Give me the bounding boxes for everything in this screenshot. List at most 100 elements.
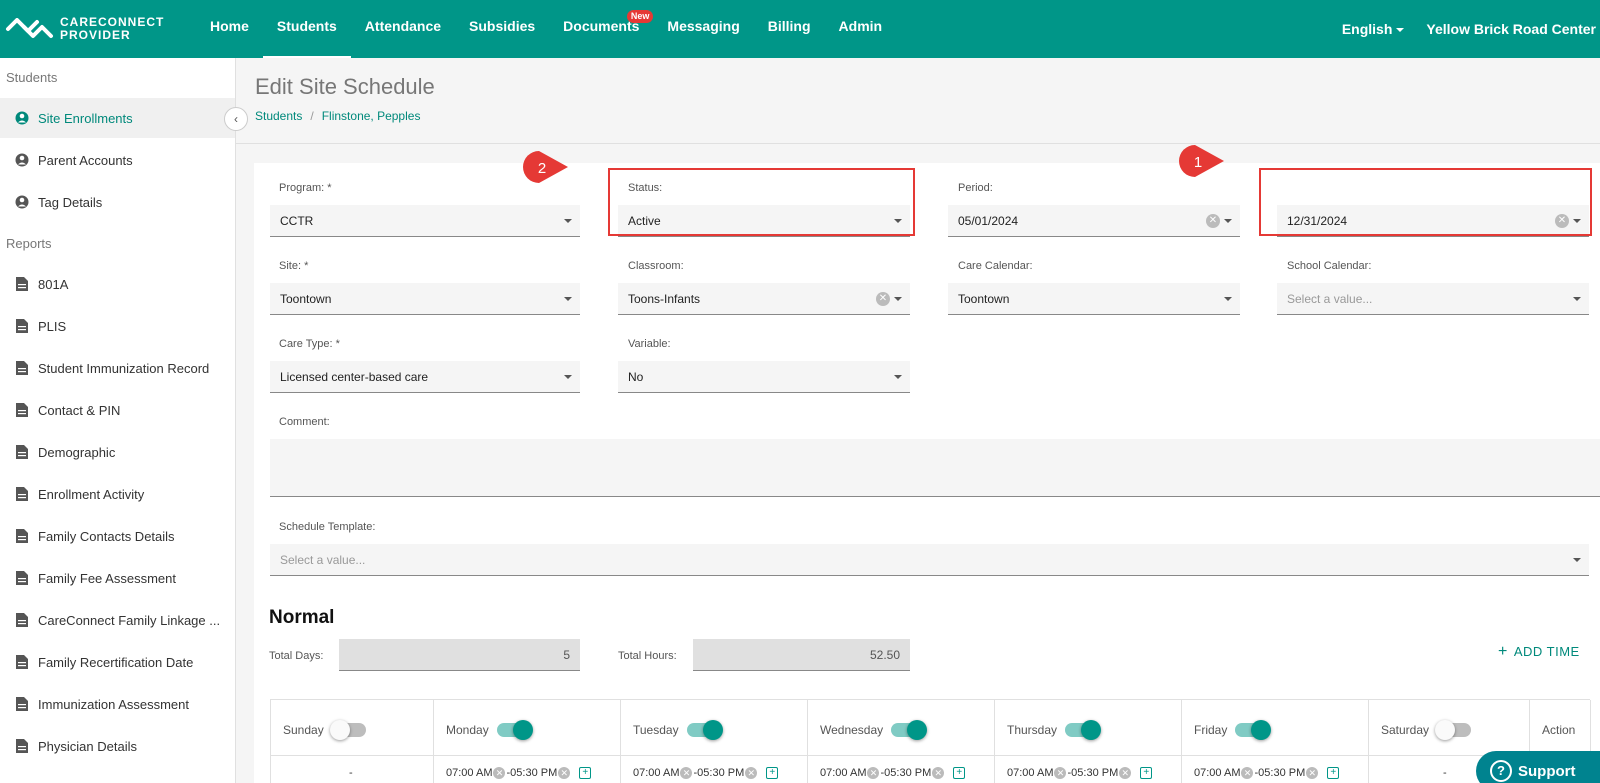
clear-icon[interactable]: ✕ xyxy=(1054,767,1067,780)
clear-icon[interactable]: ✕ xyxy=(1119,767,1132,780)
sidebar-report-plis[interactable]: PLIS xyxy=(0,306,235,346)
sidebar-item-site-enrollments[interactable]: Site Enrollments xyxy=(0,98,235,138)
comment-textarea[interactable] xyxy=(270,439,1600,497)
document-icon xyxy=(14,738,30,754)
sidebar-item-tag-details[interactable]: Tag Details xyxy=(0,182,235,222)
sidebar-item-label: 801A xyxy=(38,276,69,292)
dropdown-arrow-icon xyxy=(894,375,902,379)
nav-students[interactable]: Students xyxy=(262,0,351,58)
sidebar-report-student-immunization[interactable]: Student Immunization Record xyxy=(0,348,235,388)
logo[interactable]: CARECONNECT PROVIDER xyxy=(4,14,164,44)
sunday-toggle[interactable] xyxy=(329,720,366,740)
sidebar-collapse-button[interactable]: ‹ xyxy=(224,107,248,131)
add-time-icon[interactable]: + xyxy=(1140,767,1153,780)
schedule-template-select[interactable]: Select a value... xyxy=(270,544,1589,576)
new-badge: New xyxy=(626,10,654,23)
day-column-sunday: Sunday - xyxy=(271,700,434,783)
friday-toggle[interactable] xyxy=(1235,720,1272,740)
sidebar-report-enrollment-activity[interactable]: Enrollment Activity xyxy=(0,474,235,514)
program-select[interactable]: CCTR xyxy=(270,205,580,237)
sidebar-item-label: Immunization Assessment xyxy=(38,696,190,712)
support-button[interactable]: ? Support xyxy=(1476,751,1600,783)
clear-icon[interactable]: ✕ xyxy=(493,767,506,780)
end-time: 05:30 PM xyxy=(510,767,558,779)
breadcrumb-separator: / xyxy=(310,109,314,123)
sidebar-report-801a[interactable]: 801A xyxy=(0,264,235,304)
total-days-value: 5 xyxy=(339,639,580,671)
clear-icon[interactable]: ✕ xyxy=(932,767,945,780)
site-label: Site: * xyxy=(279,260,309,272)
breadcrumb-students[interactable]: Students xyxy=(255,109,302,123)
tuesday-time-range[interactable]: 07:00 AM ✕ -05:30 PM ✕ + xyxy=(621,755,807,783)
sidebar-report-immunization-assessment[interactable]: Immunization Assessment xyxy=(0,684,235,724)
variable-select[interactable]: No xyxy=(618,361,910,393)
clear-icon[interactable]: ✕ xyxy=(1241,767,1254,780)
nav-subsidies[interactable]: Subsidies xyxy=(455,0,549,58)
sidebar-report-family-fee[interactable]: Family Fee Assessment xyxy=(0,558,235,598)
sidebar-report-demographic[interactable]: Demographic xyxy=(0,432,235,472)
care-type-label: Care Type: * xyxy=(279,338,340,350)
sidebar-report-family-contacts[interactable]: Family Contacts Details xyxy=(0,516,235,556)
dropdown-arrow-icon xyxy=(564,219,572,223)
site-value: Toontown xyxy=(280,292,332,306)
nav-home[interactable]: Home xyxy=(196,0,263,58)
sidebar-report-family-recertification[interactable]: Family Recertification Date xyxy=(0,642,235,682)
wednesday-time-range[interactable]: 07:00 AM ✕ -05:30 PM ✕ + xyxy=(808,755,994,783)
nav-messaging[interactable]: Messaging xyxy=(653,0,753,58)
monday-toggle[interactable] xyxy=(496,720,533,740)
clear-icon[interactable]: ✕ xyxy=(745,767,758,780)
add-time-icon[interactable]: + xyxy=(766,767,779,780)
sidebar-item-parent-accounts[interactable]: Parent Accounts xyxy=(0,140,235,180)
center-selector[interactable]: Yellow Brick Road Center xyxy=(1426,21,1596,37)
end-time: 05:30 PM xyxy=(884,767,932,779)
sidebar-reports-header: Reports xyxy=(6,236,52,251)
add-time-icon[interactable]: + xyxy=(579,767,592,780)
add-time-icon[interactable]: + xyxy=(953,767,966,780)
day-name: Saturday xyxy=(1381,723,1430,737)
period-start-field[interactable]: 05/01/2024 ✕ xyxy=(948,205,1240,237)
variable-label: Variable: xyxy=(628,338,671,350)
clear-icon[interactable]: ✕ xyxy=(558,767,571,780)
tuesday-toggle[interactable] xyxy=(686,720,723,740)
start-time: 07:00 AM xyxy=(820,767,867,779)
main-nav: Home Students Attendance Subsidies Docum… xyxy=(196,0,896,58)
add-time-icon[interactable]: + xyxy=(1327,767,1340,780)
badge-1-number: 1 xyxy=(1194,154,1202,171)
sidebar-item-label: Family Contacts Details xyxy=(38,528,175,544)
clear-icon[interactable]: ✕ xyxy=(876,292,890,306)
thursday-time-range[interactable]: 07:00 AM ✕ -05:30 PM ✕ + xyxy=(995,755,1181,783)
start-time: 07:00 AM xyxy=(633,767,680,779)
saturday-toggle[interactable] xyxy=(1435,720,1472,740)
clear-icon[interactable]: ✕ xyxy=(1206,214,1220,228)
nav-attendance[interactable]: Attendance xyxy=(351,0,455,58)
thursday-toggle[interactable] xyxy=(1065,720,1102,740)
day-column-wednesday: Wednesday 07:00 AM ✕ -05:30 PM ✕ + xyxy=(808,700,995,783)
care-type-select[interactable]: Licensed center-based care xyxy=(270,361,580,393)
school-calendar-select[interactable]: Select a value... xyxy=(1277,283,1589,315)
breadcrumb-student-name[interactable]: Flinstone, Pepples xyxy=(322,109,421,123)
friday-time-range[interactable]: 07:00 AM ✕ -05:30 PM ✕ + xyxy=(1182,755,1368,783)
nav-documents[interactable]: Documents New xyxy=(549,0,654,58)
sidebar: Students Site Enrollments Parent Account… xyxy=(0,58,236,783)
sidebar-report-physician-details[interactable]: Physician Details xyxy=(0,726,235,766)
site-select[interactable]: Toontown xyxy=(270,283,580,315)
sidebar-report-contact-pin[interactable]: Contact & PIN xyxy=(0,390,235,430)
nav-billing[interactable]: Billing xyxy=(754,0,825,58)
nav-admin[interactable]: Admin xyxy=(825,0,897,58)
care-calendar-select[interactable]: Toontown xyxy=(948,283,1240,315)
clear-icon[interactable]: ✕ xyxy=(1306,767,1319,780)
language-selector[interactable]: English xyxy=(1342,21,1405,37)
variable-value: No xyxy=(628,370,644,384)
wednesday-toggle[interactable] xyxy=(891,720,928,740)
clear-icon[interactable]: ✕ xyxy=(680,767,693,780)
classroom-select[interactable]: Toons-Infants ✕ xyxy=(618,283,910,315)
total-days-label: Total Days: xyxy=(269,650,324,662)
add-time-button[interactable]: + ADD TIME xyxy=(1498,643,1580,661)
monday-time-range[interactable]: 07:00 AM ✕ -05:30 PM ✕ + xyxy=(434,755,620,783)
clear-icon[interactable]: ✕ xyxy=(867,767,880,780)
sidebar-report-family-linkage[interactable]: CareConnect Family Linkage ... xyxy=(0,600,235,640)
sidebar-item-label: Family Recertification Date xyxy=(38,654,194,670)
sidebar-item-label: Student Immunization Record xyxy=(38,360,210,376)
dropdown-arrow-icon xyxy=(564,375,572,379)
end-time: 05:30 PM xyxy=(1258,767,1306,779)
